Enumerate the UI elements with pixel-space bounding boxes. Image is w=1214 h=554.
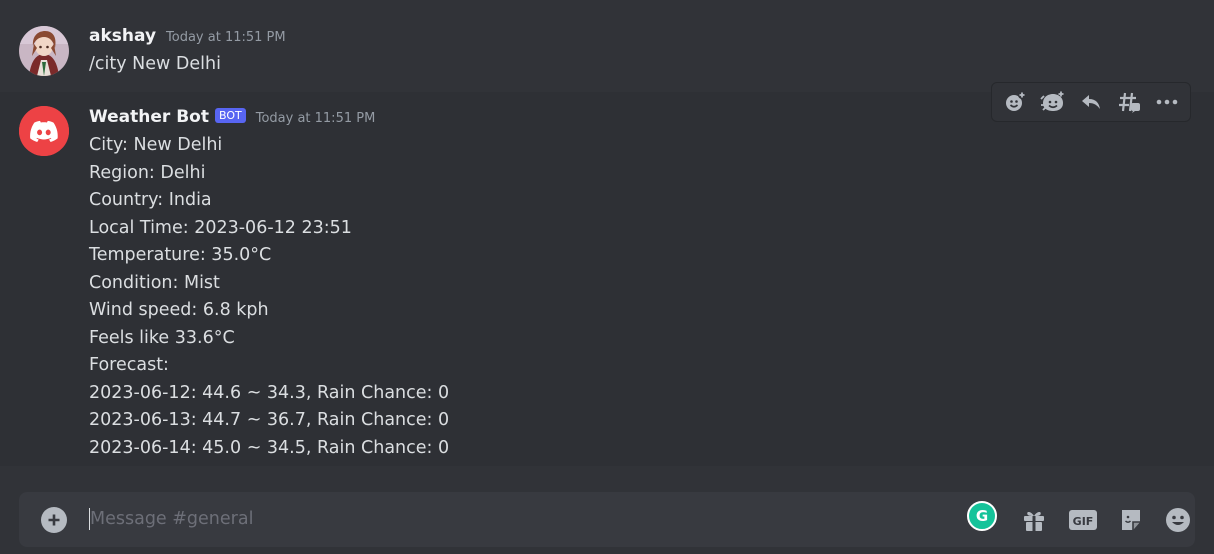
message-line: Temperature: 35.0°C: [89, 245, 272, 265]
username[interactable]: Weather Bot: [89, 107, 209, 127]
discord-logo-icon[interactable]: [19, 106, 69, 156]
message-line: 2023-06-13: 44.7 ~ 36.7, Rain Chance: 0: [89, 410, 450, 430]
sticker-icon[interactable]: [1116, 505, 1146, 535]
timestamp[interactable]: Today at 11:51 PM: [166, 30, 286, 45]
username[interactable]: akshay: [89, 26, 156, 46]
message-line: Local Time: 2023-06-12 23:51: [89, 218, 352, 238]
message-line: Wind speed: 6.8 kph: [89, 300, 269, 320]
more-icon[interactable]: [1151, 86, 1183, 118]
reply-icon[interactable]: [1075, 86, 1107, 118]
message-content: /city New Delhi: [89, 54, 221, 74]
message-toolbar: [991, 82, 1191, 122]
gif-icon[interactable]: GIF: [1068, 505, 1098, 535]
message-header: Weather Bot BOT Today at 11:51 PM: [89, 107, 375, 127]
add-reaction-icon[interactable]: [999, 86, 1031, 118]
gif-label: GIF: [1073, 515, 1094, 528]
chat-area: akshay Today at 11:51 PM /city New Delhi…: [0, 0, 1214, 466]
message-line: City: New Delhi: [89, 135, 223, 155]
message-line: 2023-06-12: 44.6 ~ 34.3, Rain Chance: 0: [89, 383, 450, 403]
super-reaction-icon[interactable]: [1037, 86, 1069, 118]
message-composer: G GIF: [19, 492, 1195, 547]
grammarly-letter: G: [975, 507, 989, 525]
timestamp[interactable]: Today at 11:51 PM: [256, 111, 376, 126]
bot-badge: BOT: [214, 108, 246, 123]
grammarly-icon[interactable]: G: [967, 501, 997, 531]
message-line: Region: Delhi: [89, 163, 206, 183]
anime-avatar-icon[interactable]: [19, 26, 69, 76]
message-line: Condition: Mist: [89, 273, 220, 293]
message-header: akshay Today at 11:51 PM: [89, 26, 286, 46]
message-line: Country: India: [89, 190, 212, 210]
message-weather-bot: Weather Bot BOT Today at 11:51 PM City: …: [0, 92, 1214, 466]
message-akshay: akshay Today at 11:51 PM /city New Delhi: [0, 18, 1214, 88]
emoji-icon[interactable]: [1163, 505, 1193, 535]
gift-icon[interactable]: [1019, 505, 1049, 535]
create-thread-icon[interactable]: [1113, 86, 1145, 118]
message-line: 2023-06-14: 45.0 ~ 34.5, Rain Chance: 0: [89, 438, 450, 458]
message-line: Forecast:: [89, 355, 169, 375]
message-input[interactable]: [90, 504, 890, 534]
message-line: Feels like 33.6°C: [89, 328, 235, 348]
add-attachment-icon[interactable]: [41, 507, 67, 533]
